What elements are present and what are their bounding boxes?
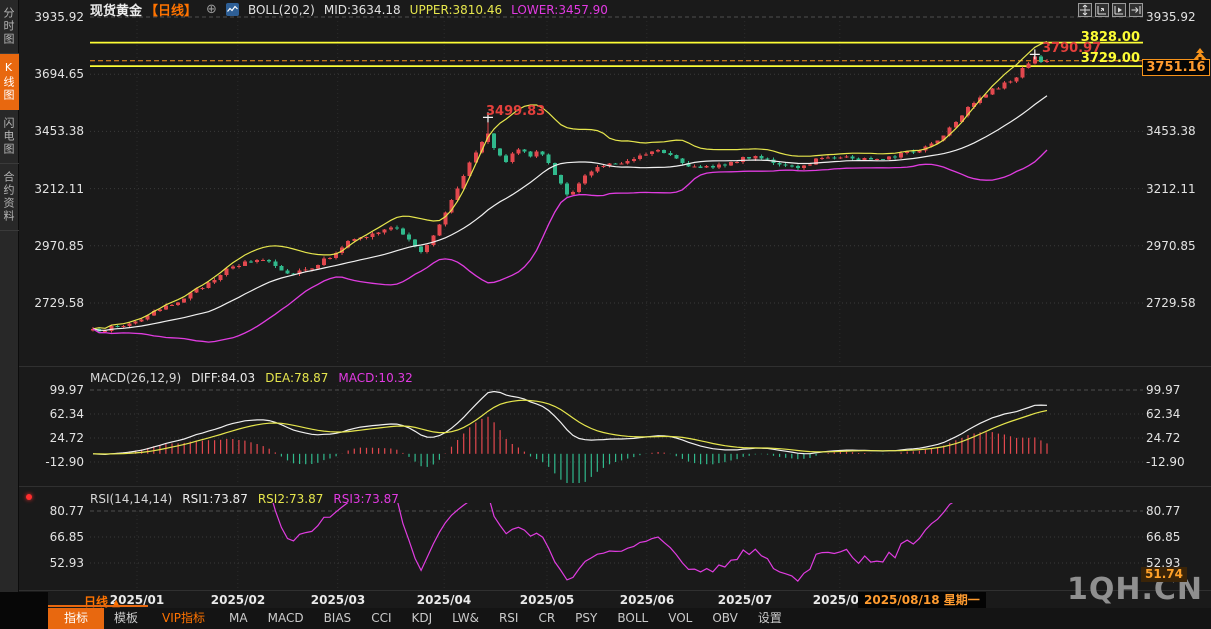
toolbar-item-14[interactable]: OBV <box>702 608 748 629</box>
axis-tick-label: 66.85 <box>1146 530 1208 544</box>
sidebar-item-label: 闪电图 <box>2 117 15 156</box>
bottom-left-corner <box>0 592 48 629</box>
trading-terminal: 分时图 K线图 闪电图 合约资料 现货黄金 【日线】 ⊕ BOLL(20,2) … <box>0 0 1211 629</box>
rsi-header-row: RSI(14,14,14) RSI1:73.87 RSI2:73.87 RSI3… <box>90 492 399 506</box>
sidebar-item-label: 分时图 <box>2 7 15 46</box>
record-dot-icon <box>26 494 32 500</box>
sidebar-item-label: K线图 <box>2 61 15 102</box>
chart-header: 现货黄金 【日线】 ⊕ BOLL(20,2) MID:3634.18 UPPER… <box>90 2 608 17</box>
sidebar-item-kline-chart[interactable]: K线图 <box>0 54 19 110</box>
axis-tick-label: 2970.85 <box>22 239 84 253</box>
toolbar-item-3[interactable]: MA <box>219 608 258 629</box>
axis-tick-label: 3694.65 <box>22 67 84 81</box>
x-axis-month-label: 2025/07 <box>703 593 787 607</box>
axis-tick-label: 62.34 <box>22 407 84 421</box>
x-axis-month-label: 2025/03 <box>296 593 380 607</box>
link-circle-icon[interactable]: ⊕ <box>206 2 217 17</box>
axis-tick-label: 80.77 <box>1146 504 1208 518</box>
axis-tick-label: 62.34 <box>1146 407 1208 421</box>
rsi3-value: RSI3:73.87 <box>333 492 399 506</box>
axis-tick-label: 80.77 <box>22 504 84 518</box>
toolbar-item-8[interactable]: LW& <box>442 608 489 629</box>
axis-tick-label: 3935.92 <box>1146 10 1208 24</box>
period-tag[interactable]: 【日线】 <box>145 0 197 19</box>
rsi2-value: RSI2:73.87 <box>258 492 324 506</box>
price-marker-icon <box>1192 46 1208 65</box>
sidebar-item-time-chart[interactable]: 分时图 <box>0 0 19 54</box>
macd-dea-value: DEA:78.87 <box>265 371 328 385</box>
axis-tick-label: -12.90 <box>1146 455 1208 469</box>
toolbar-item-12[interactable]: BOLL <box>607 608 658 629</box>
sidebar-item-label: 合约资料 <box>2 171 15 223</box>
macd-params-label: MACD(26,12,9) <box>90 371 181 385</box>
swing-high-annotation: 3790.97 <box>1042 41 1101 56</box>
chart-canvas[interactable] <box>0 0 1211 629</box>
rsi-params-label: RSI(14,14,14) <box>90 492 172 506</box>
active-tab-underline <box>48 605 148 607</box>
sidebar-item-lightning-chart[interactable]: 闪电图 <box>0 110 19 164</box>
macd-macd-value: MACD:10.32 <box>338 371 412 385</box>
axis-tick-label: 3212.11 <box>1146 182 1208 196</box>
axis-tick-label: 24.72 <box>1146 431 1208 445</box>
toolbar-item-2[interactable]: VIP指标 <box>148 608 219 629</box>
x-axis-month-label: 2025/04 <box>402 593 486 607</box>
x-axis-month-label: 2025/05 <box>505 593 589 607</box>
macd-diff-value: DIFF:84.03 <box>191 371 255 385</box>
toolbar-item-6[interactable]: CCI <box>361 608 401 629</box>
april-high-annotation: 3499.83 <box>486 104 545 119</box>
boll-lower-value: LOWER:3457.90 <box>511 3 608 17</box>
toolbar-item-7[interactable]: KDJ <box>401 608 442 629</box>
axis-tick-label: 24.72 <box>22 431 84 445</box>
indicator-toolbar: 指标模板VIP指标MAMACDBIASCCIKDJLW&RSICRPSYBOLL… <box>48 608 1211 629</box>
toolbar-item-10[interactable]: CR <box>528 608 565 629</box>
mini-chart-icon[interactable] <box>226 3 239 16</box>
rsi-current-value-badge: 51.74 <box>1141 567 1187 582</box>
toolbar-item-5[interactable]: BIAS <box>314 608 362 629</box>
toolbar-item-13[interactable]: VOL <box>658 608 702 629</box>
toolbar-item-1[interactable]: 模板 <box>104 608 148 629</box>
axis-tick-label: 2970.85 <box>1146 239 1208 253</box>
boll-mid-value: MID:3634.18 <box>324 3 401 17</box>
latest-date-badge: 2025/08/18 星期一 <box>858 592 986 608</box>
goto-latest-icon[interactable] <box>1129 3 1143 17</box>
boll-params-label: BOLL(20,2) <box>248 3 315 17</box>
chart-type-sidebar: 分时图 K线图 闪电图 合约资料 <box>0 0 19 592</box>
axis-tick-label: -12.90 <box>22 455 84 469</box>
toolbar-item-9[interactable]: RSI <box>489 608 529 629</box>
symbol-name: 现货黄金 <box>90 0 142 19</box>
axis-tick-label: 2729.58 <box>22 296 84 310</box>
play-forward-icon[interactable] <box>1112 3 1126 17</box>
axis-tick-label: 3453.38 <box>22 124 84 138</box>
axis-tick-label: 3935.92 <box>22 10 84 24</box>
rsi1-value: RSI1:73.87 <box>182 492 248 506</box>
axis-tick-label: 66.85 <box>22 530 84 544</box>
toolbar-item-11[interactable]: PSY <box>565 608 607 629</box>
chevron-up-icon: ▲ <box>112 598 120 609</box>
crosshair-move-icon[interactable] <box>1078 3 1092 17</box>
zoom-vertical-icon[interactable] <box>1095 3 1109 17</box>
toolbar-item-0[interactable]: 指标 <box>48 608 104 629</box>
axis-tick-label: 3212.11 <box>22 182 84 196</box>
x-axis-month-label: 2025/02 <box>196 593 280 607</box>
macd-header-row: MACD(26,12,9) DIFF:84.03 DEA:78.87 MACD:… <box>90 371 413 385</box>
chart-tool-icons <box>1078 3 1143 17</box>
axis-tick-label: 52.93 <box>22 556 84 570</box>
axis-tick-label: 99.97 <box>22 383 84 397</box>
toolbar-item-4[interactable]: MACD <box>258 608 314 629</box>
toolbar-item-15[interactable]: 设置 <box>748 608 792 629</box>
boll-upper-value: UPPER:3810.46 <box>410 3 502 17</box>
axis-tick-label: 2729.58 <box>1146 296 1208 310</box>
axis-tick-label: 3453.38 <box>1146 124 1208 138</box>
axis-tick-label: 99.97 <box>1146 383 1208 397</box>
sidebar-item-contract-info[interactable]: 合约资料 <box>0 164 19 231</box>
period-selector[interactable]: 日线 ▲ <box>84 593 120 610</box>
x-axis-month-label: 2025/06 <box>605 593 689 607</box>
